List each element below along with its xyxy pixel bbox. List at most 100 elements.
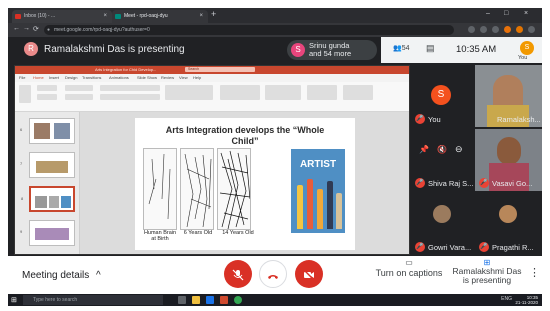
taskbar-search[interactable]: Type here to search (23, 295, 163, 305)
participants-summary: Srinu gunda and 54 more (309, 41, 352, 58)
clock: 10:35 AM (456, 44, 497, 55)
tab-label: Meet - rpd-oaqj-dyu (124, 13, 168, 19)
caption-6yo: 6 Years Old (183, 230, 213, 236)
ppt-window-title: Arts Integration for Chid Develop... (95, 67, 157, 72)
paragraph-group (165, 85, 213, 100)
chrome-icon[interactable] (234, 296, 242, 304)
task-view-icon[interactable] (178, 296, 186, 304)
slide-title: Arts Integration develops the “Whole Chi… (165, 125, 325, 146)
caption-14yo: 14 Years Old (222, 230, 254, 236)
present-button[interactable]: ⊞ Ramalakshmi Das is presenting (451, 258, 523, 292)
tab-meet[interactable]: Meet - rpd-oaqj-dyu × (112, 10, 208, 23)
brain-image-14yo (217, 148, 251, 230)
slide-thumbnail: 9 (20, 220, 75, 246)
voice-group (307, 85, 337, 100)
brain-image-6yo (180, 148, 214, 230)
lock-icon: ● (47, 27, 51, 33)
taskbar-clock[interactable]: 10:35 21-11-2020 (515, 295, 538, 305)
extension-icons (466, 26, 536, 34)
participant-tile-self[interactable]: S 🎤 You (411, 65, 473, 127)
avatar (433, 205, 451, 223)
participant-name: You (428, 115, 441, 124)
gmail-icon (15, 14, 21, 19)
extension-icon[interactable] (480, 26, 487, 33)
shared-screen: Arts Integration for Chid Develop... Sea… (14, 65, 410, 255)
new-tab-button[interactable]: + (211, 9, 216, 19)
people-button[interactable]: 👥54 (393, 44, 410, 52)
ppt-menu-bar: File Home Insert Design Transitions Anim… (15, 74, 409, 82)
remove-icon[interactable]: ⊖ (455, 144, 463, 155)
mic-off-icon: 🎤 (415, 178, 425, 188)
leave-call-button[interactable] (259, 260, 287, 288)
participant-tile[interactable]: 🎤 Pragathi R... (475, 193, 542, 255)
captions-button[interactable]: ▭ Turn on captions (369, 258, 449, 292)
mic-toggle-button[interactable] (224, 260, 252, 288)
system-tray[interactable]: ENG (501, 296, 512, 302)
menu-item: Insert (49, 75, 60, 80)
current-slide: Arts Integration develops the “Whole Chi… (135, 118, 355, 250)
mic-off-icon: 🎤 (415, 242, 425, 252)
pin-icon[interactable]: 📌 (419, 145, 429, 154)
minimize-icon[interactable]: – (486, 10, 490, 17)
close-tab-icon[interactable]: × (103, 10, 107, 23)
avatar (499, 205, 517, 223)
slide-thumbnail-selected: 8 (21, 186, 75, 212)
user-avatar[interactable]: S (520, 41, 534, 55)
mute-icon[interactable]: 🔇 (437, 145, 447, 154)
brush-icon (317, 189, 323, 229)
camera-toggle-button[interactable] (295, 260, 323, 288)
chat-icon[interactable]: ▤ (426, 43, 435, 54)
participant-tile[interactable]: 🎤 Gowri Vara... (411, 193, 473, 255)
neuron-drawing (219, 150, 250, 229)
ppt-search: Search (185, 67, 255, 72)
menu-item: Review (161, 75, 175, 80)
meet-control-bar: Meeting details ^ ▭ Turn on captions ⊞ R… (8, 256, 542, 294)
user-label: You (518, 55, 528, 61)
presenter-avatar: R (24, 42, 38, 56)
menu-item: Transitions (82, 75, 102, 80)
back-icon[interactable]: ← (13, 25, 20, 32)
tab-inbox[interactable]: Inbox (10) - ... × (12, 10, 112, 23)
meeting-details-button[interactable]: Meeting details ^ (22, 270, 101, 281)
chevron-up-icon: ^ (96, 270, 101, 281)
screen: Inbox (10) - ... × Meet - rpd-oaqj-dyu ×… (8, 8, 542, 306)
extension-icon[interactable] (492, 26, 499, 33)
ribbon-control (37, 85, 57, 91)
ppt-titlebar: Arts Integration for Chid Develop... Sea… (15, 66, 409, 74)
url-text: meet.google.com/rpd-oaqj-dyu?authuser=0 (54, 27, 150, 33)
ppt-ribbon (15, 82, 409, 112)
neuron-drawing (148, 153, 171, 220)
reload-icon[interactable]: ⟳ (33, 25, 39, 33)
close-tab-icon[interactable]: × (199, 10, 203, 23)
participant-tile[interactable]: 🎤 Vasavi Go... (475, 129, 542, 191)
extension-icon[interactable] (504, 26, 511, 33)
font-box (100, 85, 160, 91)
file-explorer-icon[interactable] (192, 296, 200, 304)
powerpoint-icon[interactable] (220, 296, 228, 304)
ribbon-control (37, 94, 57, 100)
avatar: S (431, 85, 451, 105)
forward-icon[interactable]: → (23, 25, 30, 32)
avatar: S (291, 43, 305, 57)
participants-pill[interactable]: S Srinu gunda and 54 more (287, 40, 377, 60)
participant-name: Pragathi R... (492, 243, 534, 252)
more-options-icon[interactable]: ⋮ (529, 266, 540, 279)
profile-icon[interactable] (516, 26, 523, 33)
browser-toolbar: ← → ⟳ ● meet.google.com/rpd-oaqj-dyu?aut… (8, 23, 542, 37)
drawing-group (220, 85, 260, 100)
address-bar[interactable]: ● meet.google.com/rpd-oaqj-dyu?authuser=… (44, 25, 454, 35)
neuron-drawing (184, 153, 212, 228)
mic-off-icon: 🎤 (415, 114, 425, 124)
windows-taskbar: ⊞ Type here to search ENG 10:35 21-11-20… (8, 294, 542, 306)
windows-start-icon[interactable]: ⊞ (11, 296, 17, 304)
extension-icon[interactable] (468, 26, 475, 33)
header-right-panel: 👥54 ▤ 10:35 AM S You (381, 37, 542, 63)
menu-item: Home (33, 75, 44, 80)
participant-tile[interactable]: 📌 🔇 ⊖ 🎤 Shiva Raj S... (411, 129, 473, 191)
store-icon[interactable] (206, 296, 214, 304)
participant-tile[interactable]: Ramalaksh... (475, 65, 542, 127)
menu-item: Slide Show (137, 75, 158, 80)
close-window-icon[interactable]: × (524, 10, 528, 17)
maximize-icon[interactable]: □ (504, 10, 508, 17)
menu-icon[interactable] (528, 26, 535, 33)
